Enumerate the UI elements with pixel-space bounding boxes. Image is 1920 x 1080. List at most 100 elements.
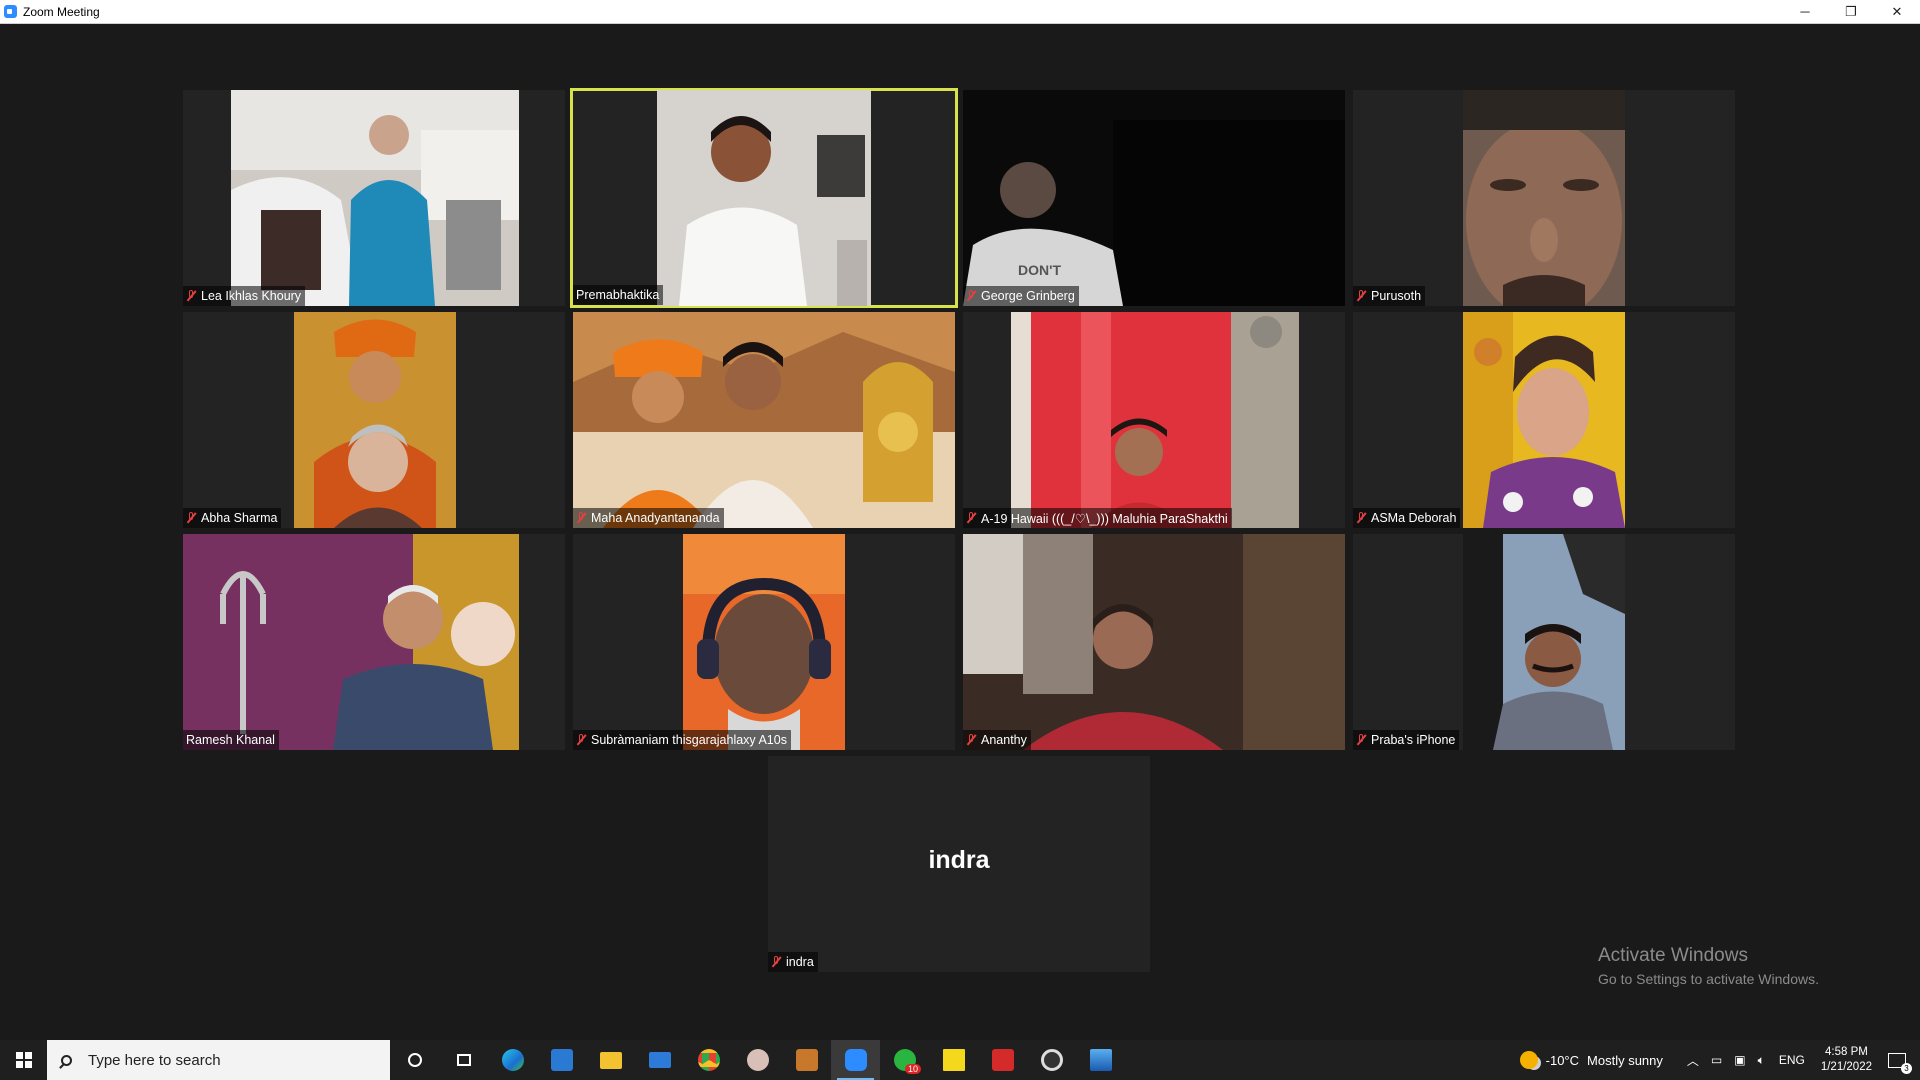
participant-tile-subramaniam[interactable]: Subràmaniam thisgarajahlaxy A10s xyxy=(573,534,955,750)
search-input[interactable] xyxy=(86,1050,360,1070)
window-title: Zoom Meeting xyxy=(23,4,100,19)
participant-name-tag: Purusoth xyxy=(1353,286,1426,306)
participant-name-tag: indra xyxy=(768,952,818,972)
edge-app[interactable] xyxy=(488,1040,537,1080)
store-app[interactable] xyxy=(537,1040,586,1080)
participant-name-tag: Lea Ikhlas Khoury xyxy=(183,286,306,306)
participant-name: A-19 Hawaii (((_/♡\_))) Maluhia ParaShak… xyxy=(981,511,1228,526)
mail-app[interactable] xyxy=(635,1040,684,1080)
app-button-1[interactable] xyxy=(733,1040,782,1080)
photos-app[interactable] xyxy=(1076,1040,1125,1080)
task-view-icon xyxy=(456,1054,471,1066)
participant-video xyxy=(963,534,1345,750)
zoom-app-icon xyxy=(4,5,17,18)
taskbar-search[interactable] xyxy=(47,1040,390,1080)
participant-video: DON'T xyxy=(963,90,1345,306)
sticky-note-icon xyxy=(942,1049,965,1071)
mail-icon xyxy=(648,1052,671,1068)
weather-widget[interactable]: -10°C Mostly sunny xyxy=(1519,1051,1663,1069)
start-button[interactable] xyxy=(0,1040,47,1080)
svg-text:DON'T: DON'T xyxy=(1018,262,1061,278)
participant-name: Praba's iPhone xyxy=(1371,733,1456,747)
taskbar: 10 -10°C Mostly sunny ︿ ▭ ▣ 🔈︎ ENG 4:58 … xyxy=(0,1040,1920,1080)
participant-video xyxy=(1463,312,1625,528)
muted-mic-icon xyxy=(966,734,976,746)
edge-icon xyxy=(501,1049,524,1071)
no-video-name: indra xyxy=(928,846,990,874)
whatsapp-app[interactable]: 10 xyxy=(880,1040,929,1080)
participant-tile-purusoth[interactable]: Purusoth xyxy=(1353,90,1735,306)
participant-tile-premabhaktika[interactable]: Premabhaktika xyxy=(570,88,958,308)
participant-name: Subràmaniam thisgarajahlaxy A10s xyxy=(591,733,787,747)
participant-name-tag: Praba's iPhone xyxy=(1353,730,1460,750)
zoom-app[interactable] xyxy=(831,1040,880,1080)
cortana-button[interactable] xyxy=(390,1040,439,1080)
participant-video xyxy=(573,312,955,528)
participant-tile-praba[interactable]: Praba's iPhone xyxy=(1353,534,1735,750)
pdf-icon xyxy=(991,1049,1014,1071)
task-view-button[interactable] xyxy=(439,1040,488,1080)
clock[interactable]: 4:58 PM 1/21/2022 xyxy=(1821,1045,1872,1075)
language-indicator[interactable]: ENG xyxy=(1779,1053,1805,1067)
notification-center-icon[interactable]: 3 xyxy=(1888,1052,1912,1074)
participant-tile-maha[interactable]: Maha Anadyantananda xyxy=(573,312,955,528)
muted-mic-icon xyxy=(1356,512,1366,524)
close-button[interactable]: ✕ xyxy=(1874,0,1920,23)
muted-mic-icon xyxy=(966,512,976,524)
participant-tile-asma[interactable]: ASMa Deborah xyxy=(1353,312,1735,528)
notification-count: 3 xyxy=(1901,1062,1912,1074)
file-explorer-app[interactable] xyxy=(586,1040,635,1080)
system-tray: -10°C Mostly sunny ︿ ▭ ▣ 🔈︎ ENG 4:58 PM … xyxy=(1519,1040,1920,1080)
participant-name-tag: Maha Anadyantananda xyxy=(573,508,724,528)
participant-video xyxy=(183,534,519,750)
app-icon xyxy=(746,1049,769,1071)
chrome-app[interactable] xyxy=(684,1040,733,1080)
participant-name: Abha Sharma xyxy=(201,511,278,525)
acrobat-app[interactable] xyxy=(978,1040,1027,1080)
app-icon xyxy=(795,1049,818,1071)
zoom-icon xyxy=(844,1049,867,1071)
app-button-2[interactable] xyxy=(782,1040,831,1080)
participant-video xyxy=(657,90,871,306)
participant-tile-abha[interactable]: Abha Sharma xyxy=(183,312,565,528)
restore-button[interactable]: ❐ xyxy=(1828,0,1874,23)
participant-name: indra xyxy=(786,955,814,969)
windows-logo-icon xyxy=(15,1052,32,1068)
participant-video xyxy=(1011,312,1299,528)
participant-name-tag: Abha Sharma xyxy=(183,508,282,528)
volume-icon[interactable]: 🔈︎ xyxy=(1758,1053,1765,1068)
muted-mic-icon xyxy=(771,956,781,968)
sticky-notes-app[interactable] xyxy=(929,1040,978,1080)
network-icon[interactable]: ▣ xyxy=(1734,1053,1745,1067)
title-bar: Zoom Meeting ─ ❐ ✕ xyxy=(0,0,1920,24)
participant-name-tag: Ramesh Khanal xyxy=(183,730,279,750)
clock-date: 1/21/2022 xyxy=(1820,1061,1872,1073)
meet-now-icon[interactable]: ▭ xyxy=(1711,1053,1722,1067)
participant-tile-lea[interactable]: Lea Ikhlas Khoury xyxy=(183,90,565,306)
participant-name: Maha Anadyantananda xyxy=(591,511,720,525)
minimize-button[interactable]: ─ xyxy=(1782,0,1828,23)
weather-condition: Mostly sunny xyxy=(1587,1052,1663,1068)
chevron-up-icon[interactable]: ︿ xyxy=(1687,1052,1699,1069)
participant-tile-indra[interactable]: indra indra xyxy=(768,756,1150,972)
store-icon xyxy=(550,1049,573,1071)
participant-video xyxy=(1463,534,1625,750)
participant-tile-ananthy[interactable]: Ananthy xyxy=(963,534,1345,750)
muted-mic-icon xyxy=(576,512,586,524)
participant-video xyxy=(294,312,456,528)
media-app[interactable] xyxy=(1027,1040,1076,1080)
clock-time: 4:58 PM xyxy=(1825,1046,1868,1058)
participant-tile-ramesh[interactable]: Ramesh Khanal xyxy=(183,534,565,750)
participant-tile-george[interactable]: DON'T George Grinberg xyxy=(963,90,1345,306)
activate-windows-watermark: Activate Windows Go to Settings to activ… xyxy=(1598,945,1819,987)
muted-mic-icon xyxy=(966,290,976,302)
weather-temp: -10°C xyxy=(1545,1052,1580,1068)
participant-name: Premabhaktika xyxy=(576,288,660,302)
participant-name-tag: ASMa Deborah xyxy=(1353,508,1461,528)
participant-tile-hawaii[interactable]: A-19 Hawaii (((_/♡\_))) Maluhia ParaShak… xyxy=(963,312,1345,528)
muted-mic-icon xyxy=(1356,290,1366,302)
partly-sunny-icon xyxy=(1519,1051,1538,1069)
participant-name-tag: Subràmaniam thisgarajahlaxy A10s xyxy=(573,730,791,750)
participant-name: George Grinberg xyxy=(981,289,1075,303)
watermark-title: Activate Windows xyxy=(1598,945,1748,966)
